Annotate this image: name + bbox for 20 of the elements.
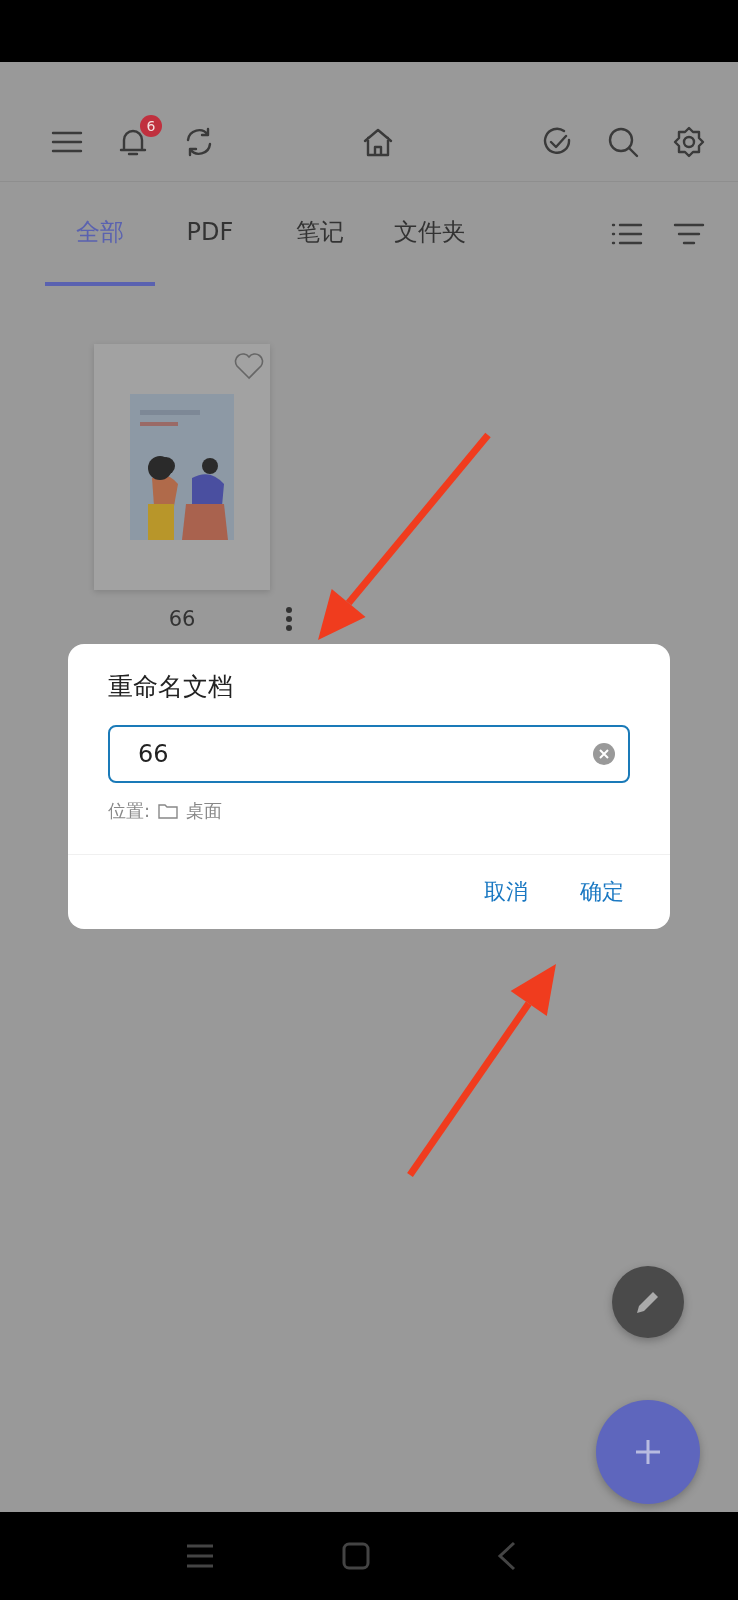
- plus-icon: [633, 1437, 663, 1467]
- edit-button[interactable]: [612, 1266, 684, 1338]
- clear-icon[interactable]: [592, 742, 616, 766]
- document-title: 66: [167, 607, 197, 631]
- settings-icon[interactable]: [672, 125, 706, 159]
- dialog-title: 重命名文档: [107, 671, 234, 703]
- cancel-button[interactable]: 取消: [480, 871, 532, 913]
- location-label: 位置:: [108, 799, 151, 823]
- tab[interactable]: 笔记: [265, 182, 375, 286]
- heart-icon[interactable]: [234, 352, 264, 380]
- more-icon[interactable]: [285, 606, 293, 632]
- name-field[interactable]: 66: [108, 725, 630, 783]
- location-name: 桌面: [186, 799, 223, 823]
- document-thumbnail[interactable]: [94, 344, 270, 590]
- folder-icon: [158, 803, 179, 819]
- notification-badge: 6: [140, 115, 162, 137]
- confirm-button[interactable]: 确定: [576, 871, 628, 913]
- tab[interactable]: PDF: [155, 182, 265, 286]
- tab[interactable]: 文件夹: [375, 182, 485, 286]
- search-icon[interactable]: [606, 125, 640, 159]
